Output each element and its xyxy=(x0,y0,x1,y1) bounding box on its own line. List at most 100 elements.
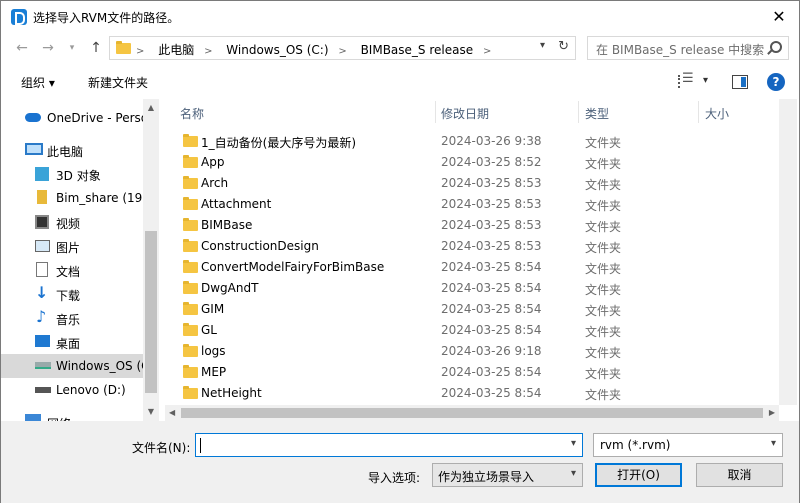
cancel-button[interactable]: 取消 xyxy=(696,463,783,487)
nav-item-music[interactable]: ♪ 音乐 xyxy=(1,306,143,330)
file-name: Attachment xyxy=(201,197,272,211)
sort-ascending-icon: ^ xyxy=(300,99,308,105)
file-name: ConstructionDesign xyxy=(201,239,319,253)
breadcrumb-this-pc[interactable]: 此电脑 xyxy=(158,43,194,57)
scroll-thumb[interactable] xyxy=(145,231,157,393)
nav-item-3d-objects[interactable]: 3D 对象 xyxy=(1,162,143,186)
nav-item-bim-share[interactable]: Bim_share (192 xyxy=(1,186,150,210)
documents-icon xyxy=(36,262,48,277)
chevron-down-icon[interactable]: ▾ xyxy=(571,438,576,449)
nav-item-downloads[interactable]: ↓ 下载 xyxy=(1,282,143,306)
folder-icon xyxy=(183,365,198,378)
drive-icon xyxy=(35,387,51,393)
file-type: 文件夹 xyxy=(585,178,622,192)
file-row[interactable]: logs 2024-03-26 9:18 文件夹 xyxy=(165,341,779,362)
file-dialog: 选择导入RVM文件的路径。 ✕ ← → ▾ ↑ > 此电脑 > Windows_… xyxy=(0,0,800,503)
file-row[interactable]: ConvertModelFairyForBimBase 2024-03-25 8:… xyxy=(165,257,779,278)
scroll-up-icon[interactable]: ▲ xyxy=(146,103,156,113)
file-row[interactable]: GL 2024-03-25 8:54 文件夹 xyxy=(165,320,779,341)
address-dropdown-icon[interactable]: ▾ xyxy=(540,40,545,51)
import-option-label: 导入选项: xyxy=(368,471,421,485)
file-row[interactable]: 1_自动备份(最大序号为最新) 2024-03-26 9:38 文件夹 xyxy=(165,131,779,152)
file-name: BIMBase xyxy=(201,218,253,232)
column-divider[interactable] xyxy=(698,101,699,123)
refresh-icon[interactable]: ↻ xyxy=(558,39,569,54)
folder-icon xyxy=(183,302,198,315)
recent-locations-chevron-icon[interactable]: ▾ xyxy=(63,39,81,57)
folder-icon xyxy=(116,41,131,54)
scroll-left-icon[interactable]: ◀ xyxy=(169,408,175,417)
file-row[interactable]: DwgAndT 2024-03-25 8:54 文件夹 xyxy=(165,278,779,299)
file-type-filter-select[interactable]: rvm (*.rvm) ▾ xyxy=(593,433,783,457)
file-name: GL xyxy=(201,323,217,337)
file-row[interactable]: GIM 2024-03-25 8:54 文件夹 xyxy=(165,299,779,320)
file-name: DwgAndT xyxy=(201,281,259,295)
nav-item-videos[interactable]: 视频 xyxy=(1,210,143,234)
folder-icon xyxy=(183,344,198,357)
help-icon[interactable]: ? xyxy=(767,73,785,91)
forward-arrow-icon[interactable]: → xyxy=(39,39,57,57)
breadcrumb: > 此电脑 > Windows_OS (C:) > BIMBase_S rele… xyxy=(136,41,501,58)
column-name-header[interactable]: 名称 xyxy=(180,105,204,122)
file-date: 2024-03-25 8:54 xyxy=(441,386,542,400)
address-bar[interactable]: > 此电脑 > Windows_OS (C:) > BIMBase_S rele… xyxy=(109,36,576,60)
nav-item-network[interactable]: 网络 xyxy=(1,410,143,421)
close-icon[interactable]: ✕ xyxy=(765,3,793,31)
network-icon xyxy=(25,414,41,421)
file-row[interactable]: NetHeight 2024-03-25 8:54 文件夹 xyxy=(165,383,779,404)
file-list-horizontal-scrollbar[interactable]: ◀ ▶ xyxy=(165,405,779,421)
nav-item-d-drive[interactable]: Lenovo (D:) xyxy=(1,378,143,402)
nav-item-c-drive[interactable]: Windows_OS (C xyxy=(1,354,150,378)
back-arrow-icon[interactable]: ← xyxy=(13,39,31,57)
new-folder-button[interactable]: 新建文件夹 xyxy=(88,74,148,91)
file-date: 2024-03-25 8:53 xyxy=(441,197,542,211)
file-list-vertical-scrollbar[interactable] xyxy=(779,99,797,405)
file-list: ^ 名称 修改日期 类型 大小 1_自动备份(最大序号为最新) 2024-03-2… xyxy=(165,99,799,421)
file-row[interactable]: App 2024-03-25 8:52 文件夹 xyxy=(165,152,779,173)
scroll-down-icon[interactable]: ▼ xyxy=(146,407,156,417)
breadcrumb-current-folder[interactable]: BIMBase_S release xyxy=(361,43,474,57)
breadcrumb-c-drive[interactable]: Windows_OS (C:) xyxy=(226,43,328,57)
column-divider[interactable] xyxy=(435,101,436,123)
file-row[interactable]: ConstructionDesign 2024-03-25 8:53 文件夹 xyxy=(165,236,779,257)
organize-menu[interactable]: 组织 ▾ xyxy=(21,74,55,91)
breadcrumb-separator-icon: > xyxy=(136,46,145,57)
up-arrow-icon[interactable]: ↑ xyxy=(87,39,105,57)
preview-pane-icon[interactable] xyxy=(732,75,748,89)
import-option-select[interactable]: 作为独立场景导入 ▾ xyxy=(432,463,583,487)
nav-item-this-pc[interactable]: 此电脑 xyxy=(1,138,143,162)
file-type: 文件夹 xyxy=(585,241,622,255)
search-placeholder: 在 BIMBase_S release 中搜索 xyxy=(596,43,765,57)
file-date: 2024-03-25 8:54 xyxy=(441,323,542,337)
view-dropdown-icon[interactable]: ▾ xyxy=(703,75,708,86)
file-row[interactable]: BIMBase 2024-03-25 8:53 文件夹 xyxy=(165,215,779,236)
nav-scrollbar[interactable]: ▲ ▼ xyxy=(143,99,159,421)
scroll-right-icon[interactable]: ▶ xyxy=(769,408,775,417)
nav-item-onedrive[interactable]: OneDrive - Perso xyxy=(1,106,148,130)
folder-icon xyxy=(183,134,198,147)
file-row[interactable]: MEP 2024-03-25 8:54 文件夹 xyxy=(165,362,779,383)
file-type: 文件夹 xyxy=(585,346,622,360)
filename-input[interactable]: ▾ xyxy=(195,433,583,457)
file-row[interactable]: Attachment 2024-03-25 8:53 文件夹 xyxy=(165,194,779,215)
search-icon xyxy=(770,41,782,53)
drive-icon xyxy=(35,362,51,369)
view-options-icon[interactable] xyxy=(678,71,694,88)
column-type-header[interactable]: 类型 xyxy=(585,105,609,122)
open-button[interactable]: 打开(O) xyxy=(595,463,682,487)
file-name: logs xyxy=(201,344,226,358)
breadcrumb-separator-icon: > xyxy=(338,46,347,57)
breadcrumb-separator-icon: > xyxy=(204,46,213,57)
file-row[interactable]: Arch 2024-03-25 8:53 文件夹 xyxy=(165,173,779,194)
column-date-header[interactable]: 修改日期 xyxy=(441,105,489,122)
nav-item-pictures[interactable]: 图片 xyxy=(1,234,143,258)
nav-item-desktop[interactable]: 桌面 xyxy=(1,330,143,354)
search-input[interactable]: 在 BIMBase_S release 中搜索 xyxy=(587,36,789,60)
scroll-thumb[interactable] xyxy=(181,408,763,418)
file-date: 2024-03-26 9:38 xyxy=(441,134,542,148)
file-type: 文件夹 xyxy=(585,325,622,339)
column-divider[interactable] xyxy=(578,101,579,123)
column-size-header[interactable]: 大小 xyxy=(705,105,729,122)
file-date: 2024-03-25 8:54 xyxy=(441,281,542,295)
nav-item-documents[interactable]: 文档 xyxy=(1,258,143,282)
